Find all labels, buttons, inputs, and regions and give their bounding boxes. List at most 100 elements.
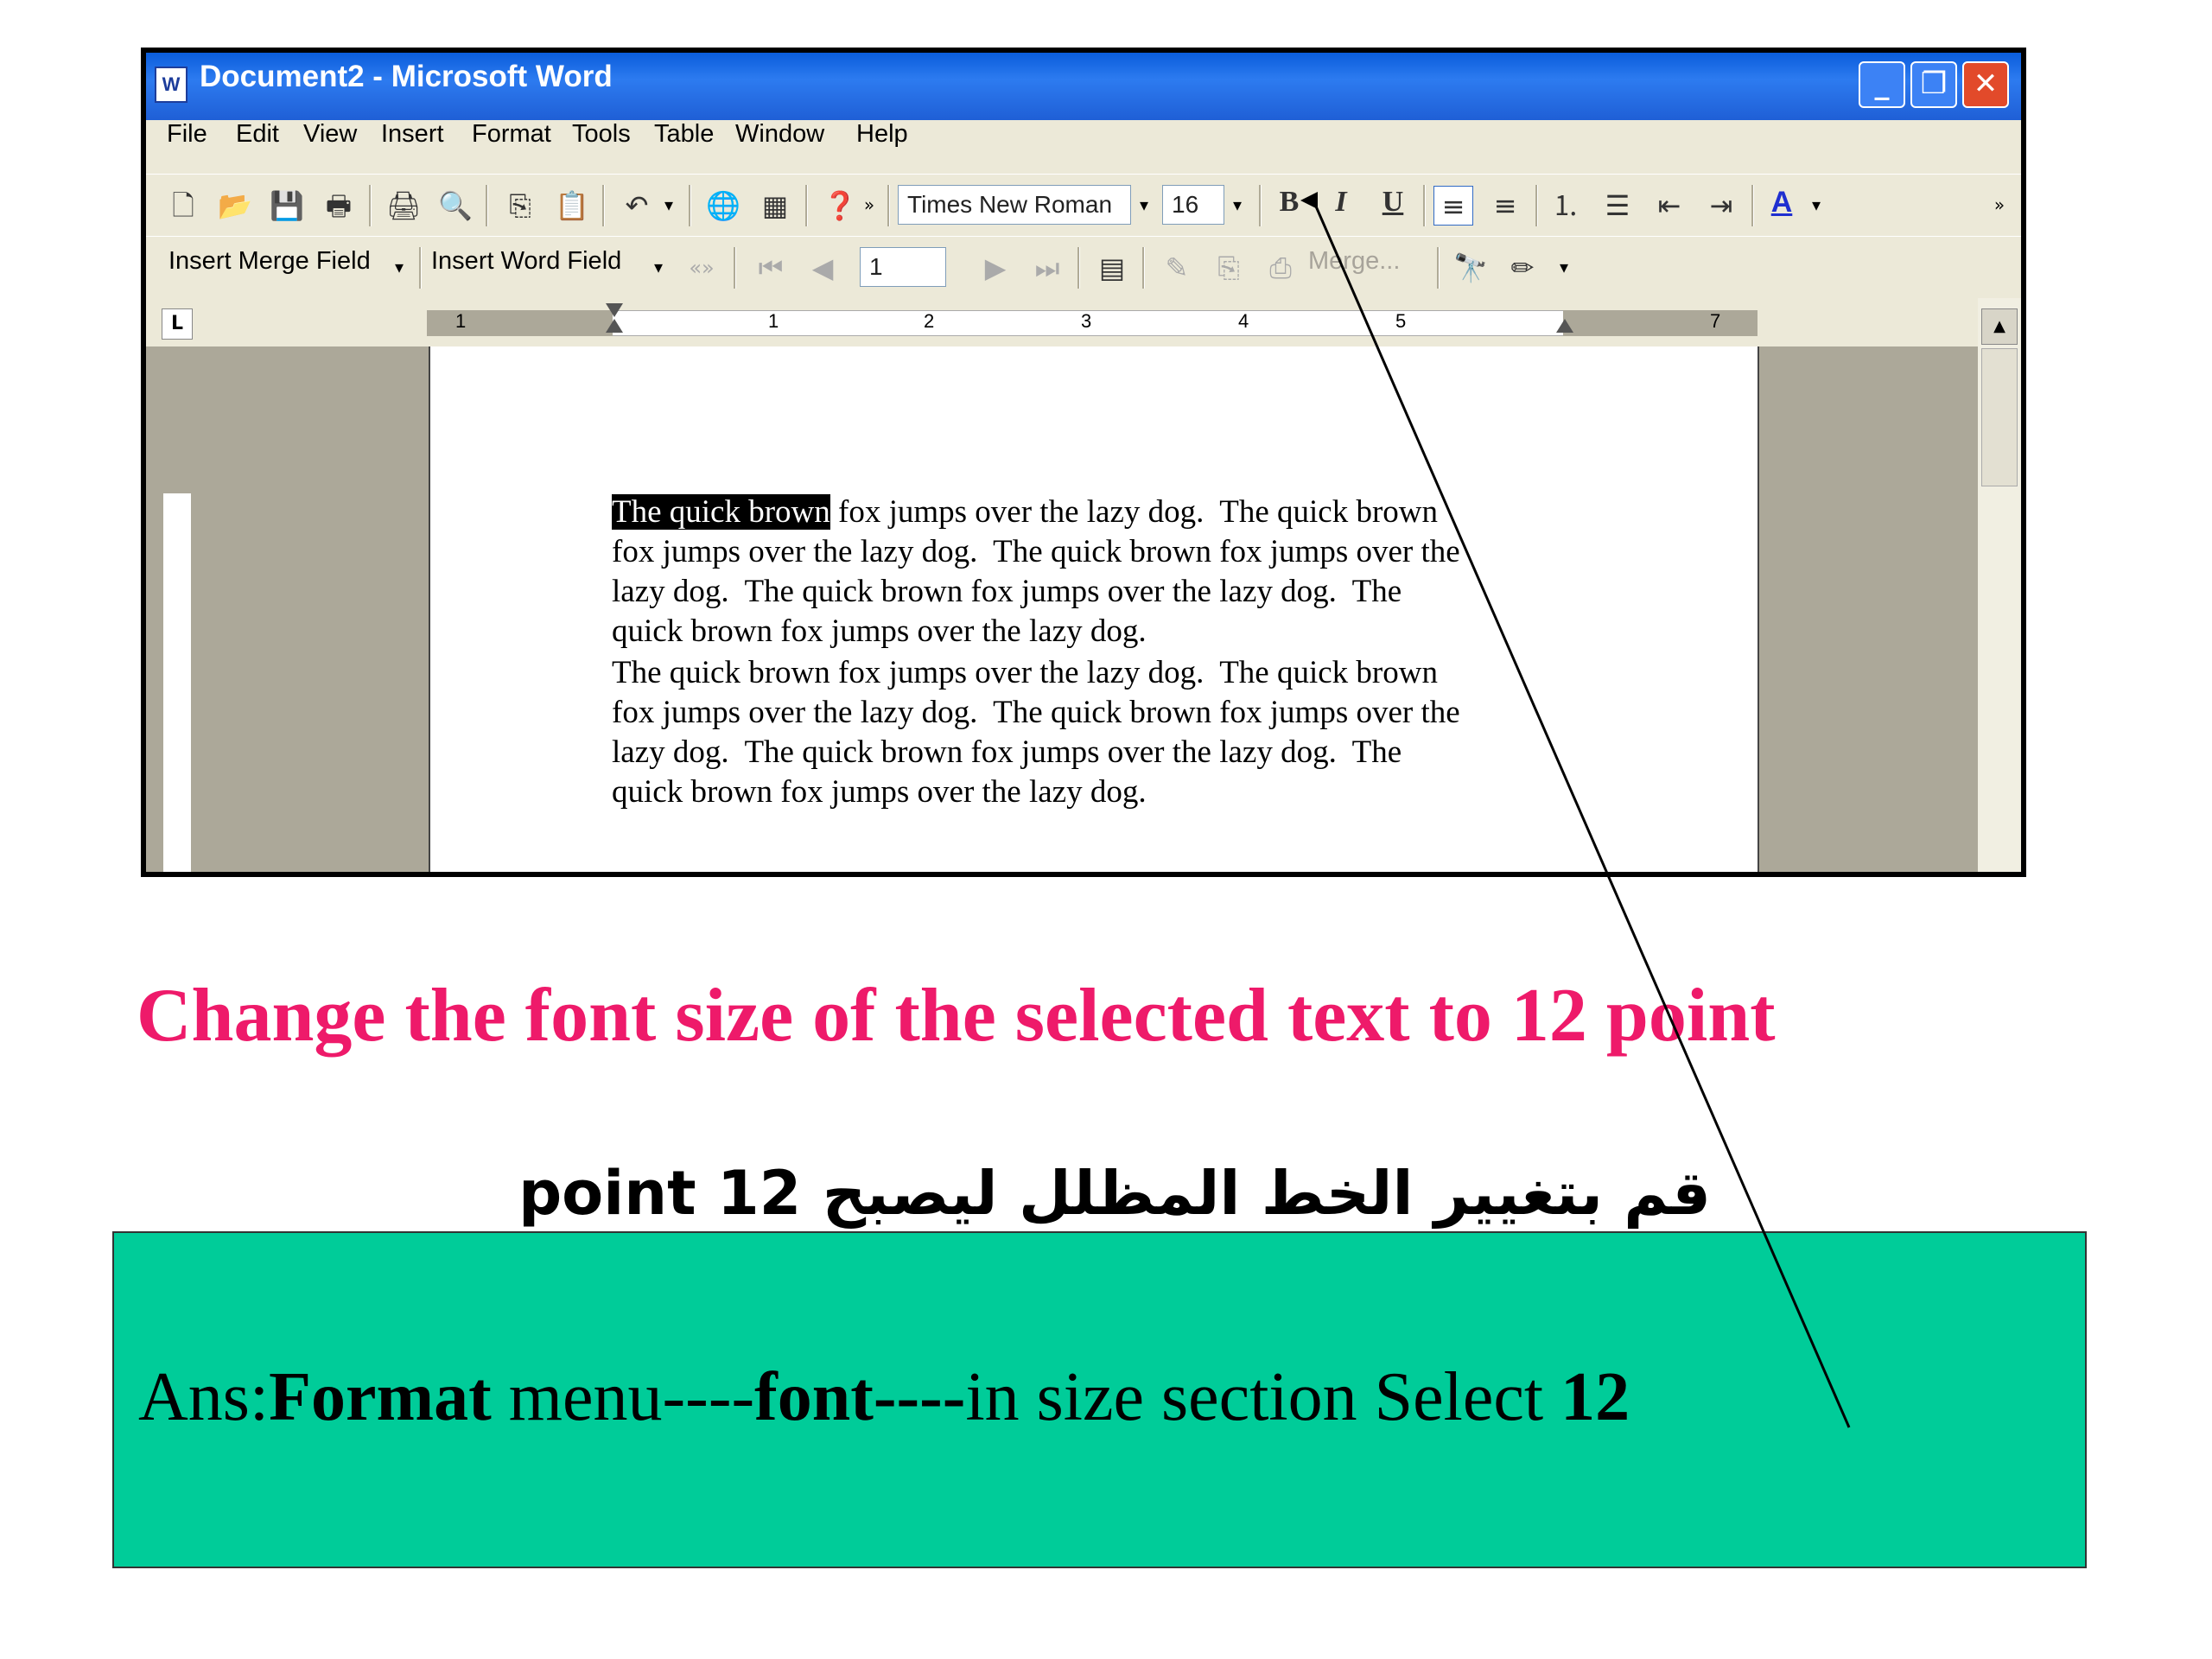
next-record-icon[interactable]: ▶ bbox=[976, 248, 1015, 288]
text-line[interactable]: quick brown fox jumps over the lazy dog. bbox=[612, 773, 1147, 810]
menu-edit[interactable]: Edit bbox=[236, 120, 279, 174]
text-line[interactable]: fox jumps over the lazy dog. The quick b… bbox=[612, 694, 1460, 731]
toolbar-overflow-icon[interactable]: » bbox=[1986, 185, 2012, 225]
bullets-icon[interactable]: ☰ bbox=[1598, 186, 1637, 226]
insert-merge-field-button[interactable]: Insert Merge Field bbox=[168, 247, 371, 287]
previous-record-icon[interactable]: ◀ bbox=[803, 248, 842, 288]
mail-merge-options-icon[interactable]: ▾ bbox=[1551, 247, 1577, 287]
restore-icon[interactable]: ❐ bbox=[1910, 61, 1957, 108]
answer-middle: in size section Select bbox=[965, 1359, 1561, 1435]
merge-to-printer-icon[interactable]: ⎙ bbox=[1261, 248, 1300, 288]
tab-selector-icon[interactable]: L bbox=[162, 308, 193, 340]
scroll-thumb[interactable] bbox=[1981, 348, 2018, 486]
align-left-icon[interactable]: ≡ bbox=[1433, 186, 1473, 226]
right-indent-marker[interactable] bbox=[1556, 319, 1573, 333]
save-icon[interactable]: 💾 bbox=[267, 186, 307, 226]
font-name-box[interactable]: Times New Roman bbox=[898, 185, 1131, 225]
instruction-headline: Change the font size of the selected tex… bbox=[137, 974, 1776, 1058]
text-line[interactable]: quick brown fox jumps over the lazy dog. bbox=[612, 613, 1147, 650]
menu-view[interactable]: View bbox=[303, 120, 357, 174]
text-line[interactable]: fox jumps over the lazy dog. The quick b… bbox=[612, 533, 1460, 570]
underline-button[interactable]: U bbox=[1373, 186, 1413, 226]
hyperlink-globe-icon[interactable]: 🌐 bbox=[703, 186, 743, 226]
instruction-arabic: قم بتغيير الخط المظلل ليصبح 12 point bbox=[518, 1158, 1711, 1229]
toolbar-separator bbox=[1437, 247, 1440, 289]
text-line[interactable]: The quick brown fox jumps over the lazy … bbox=[612, 493, 1438, 531]
insert-word-field-dropdown-icon[interactable]: ▾ bbox=[645, 247, 671, 287]
font-size-dropdown-icon[interactable]: ▾ bbox=[1224, 185, 1250, 225]
document-area: The quick brown fox jumps over the lazy … bbox=[146, 346, 1978, 872]
find-entry-icon[interactable]: ▤ bbox=[1092, 248, 1132, 288]
help-icon[interactable]: ❓ bbox=[820, 186, 860, 226]
vertical-ruler-top-margin bbox=[163, 346, 191, 493]
menu-bar: File Edit View Insert Format Tools Table… bbox=[146, 120, 2021, 174]
ruler-number: 4 bbox=[1238, 310, 1249, 332]
open-folder-icon[interactable]: 📂 bbox=[215, 186, 255, 226]
font-color-dropdown-icon[interactable]: ▾ bbox=[1803, 185, 1829, 225]
menu-format[interactable]: Format bbox=[472, 120, 551, 174]
align-center-icon[interactable]: ≡ bbox=[1485, 186, 1525, 226]
menu-help[interactable]: Help bbox=[856, 120, 908, 174]
insert-word-field-button[interactable]: Insert Word Field bbox=[431, 247, 621, 287]
increase-indent-icon[interactable]: ⇥ bbox=[1701, 186, 1741, 226]
scroll-up-icon[interactable]: ▲ bbox=[1981, 308, 2018, 345]
toolbar-separator bbox=[1259, 185, 1262, 226]
standard-formatting-toolbar: 🗋 📂 💾 🖶 🖨 🔍 ⎘ 📋 ↶ ▾ 🌐 ▦ ❓ » Times New Ro… bbox=[146, 174, 2021, 237]
menu-tools[interactable]: Tools bbox=[572, 120, 631, 174]
word-app-icon[interactable]: W bbox=[155, 67, 188, 103]
document-page[interactable]: The quick brown fox jumps over the lazy … bbox=[429, 346, 1759, 872]
menu-table[interactable]: Table bbox=[654, 120, 714, 174]
numbering-icon[interactable]: ⒈ bbox=[1546, 186, 1586, 226]
answer-format: Format bbox=[269, 1359, 492, 1435]
italic-button[interactable]: I bbox=[1321, 186, 1361, 226]
word-window: W Document2 - Microsoft Word _ ❐ ✕ File … bbox=[141, 48, 2026, 877]
ruler-number: 3 bbox=[1081, 310, 1092, 332]
title-bar[interactable]: W Document2 - Microsoft Word _ ❐ ✕ bbox=[146, 53, 2021, 120]
paste-icon[interactable]: 📋 bbox=[552, 186, 592, 226]
decrease-indent-icon[interactable]: ⇤ bbox=[1649, 186, 1689, 226]
menu-window[interactable]: Window bbox=[735, 120, 824, 174]
text-line[interactable]: lazy dog. The quick brown fox jumps over… bbox=[612, 734, 1402, 771]
insert-table-icon[interactable]: ▦ bbox=[755, 186, 795, 226]
last-record-icon[interactable]: ⏭ bbox=[1027, 248, 1067, 288]
answer-box: Ans:Format menu----font----in size secti… bbox=[112, 1231, 2087, 1568]
close-icon[interactable]: ✕ bbox=[1962, 61, 2009, 108]
view-merged-data-icon[interactable]: «» bbox=[682, 248, 721, 288]
new-document-icon[interactable]: 🗋 bbox=[163, 186, 203, 226]
document-text[interactable]: The quick brown fox jumps over the lazy … bbox=[612, 493, 1562, 839]
toolbar-options-icon[interactable]: » bbox=[856, 185, 882, 225]
toolbar-separator bbox=[1077, 247, 1080, 289]
insert-merge-field-dropdown-icon[interactable]: ▾ bbox=[386, 247, 412, 287]
record-number-box[interactable]: 1 bbox=[860, 247, 946, 287]
find-record-icon[interactable]: 🔭 bbox=[1451, 248, 1491, 288]
vertical-scrollbar[interactable]: ▲ bbox=[1978, 298, 2021, 872]
window-title: Document2 - Microsoft Word bbox=[200, 60, 613, 93]
undo-icon[interactable]: ↶ bbox=[617, 186, 657, 226]
merge-to-document-icon[interactable]: ⎘ bbox=[1209, 248, 1249, 288]
minimize-icon[interactable]: _ bbox=[1859, 61, 1905, 108]
menu-insert[interactable]: Insert bbox=[381, 120, 444, 174]
edit-data-source-icon[interactable]: ✏ bbox=[1503, 248, 1542, 288]
first-record-icon[interactable]: ⏮ bbox=[751, 248, 791, 288]
print-preview-icon[interactable]: 🔍 bbox=[435, 186, 475, 226]
ruler-number: 5 bbox=[1395, 310, 1407, 332]
merge-button[interactable]: Merge... bbox=[1308, 247, 1400, 287]
selected-text[interactable]: The quick brown bbox=[612, 494, 830, 530]
print-icon[interactable]: 🖨 bbox=[384, 186, 423, 226]
undo-dropdown-icon[interactable]: ▾ bbox=[656, 185, 682, 225]
copy-icon[interactable]: ⎘ bbox=[500, 186, 540, 226]
menu-file[interactable]: File bbox=[167, 120, 207, 174]
permission-icon[interactable]: 🖶 bbox=[319, 186, 359, 226]
hanging-indent-marker[interactable] bbox=[606, 319, 623, 333]
toolbar-separator bbox=[1423, 185, 1426, 226]
font-color-icon[interactable]: A bbox=[1762, 186, 1802, 226]
text-line[interactable]: lazy dog. The quick brown fox jumps over… bbox=[612, 573, 1402, 610]
text-line[interactable]: The quick brown fox jumps over the lazy … bbox=[612, 654, 1438, 691]
bold-button[interactable]: B bbox=[1269, 186, 1309, 226]
check-errors-icon[interactable]: ✎ bbox=[1157, 248, 1197, 288]
first-line-indent-marker[interactable] bbox=[606, 303, 623, 317]
font-name-dropdown-icon[interactable]: ▾ bbox=[1131, 185, 1157, 225]
font-size-box[interactable]: 16 bbox=[1162, 185, 1224, 225]
toolbar-separator bbox=[1142, 247, 1145, 289]
answer-prefix: Ans: bbox=[138, 1359, 270, 1435]
